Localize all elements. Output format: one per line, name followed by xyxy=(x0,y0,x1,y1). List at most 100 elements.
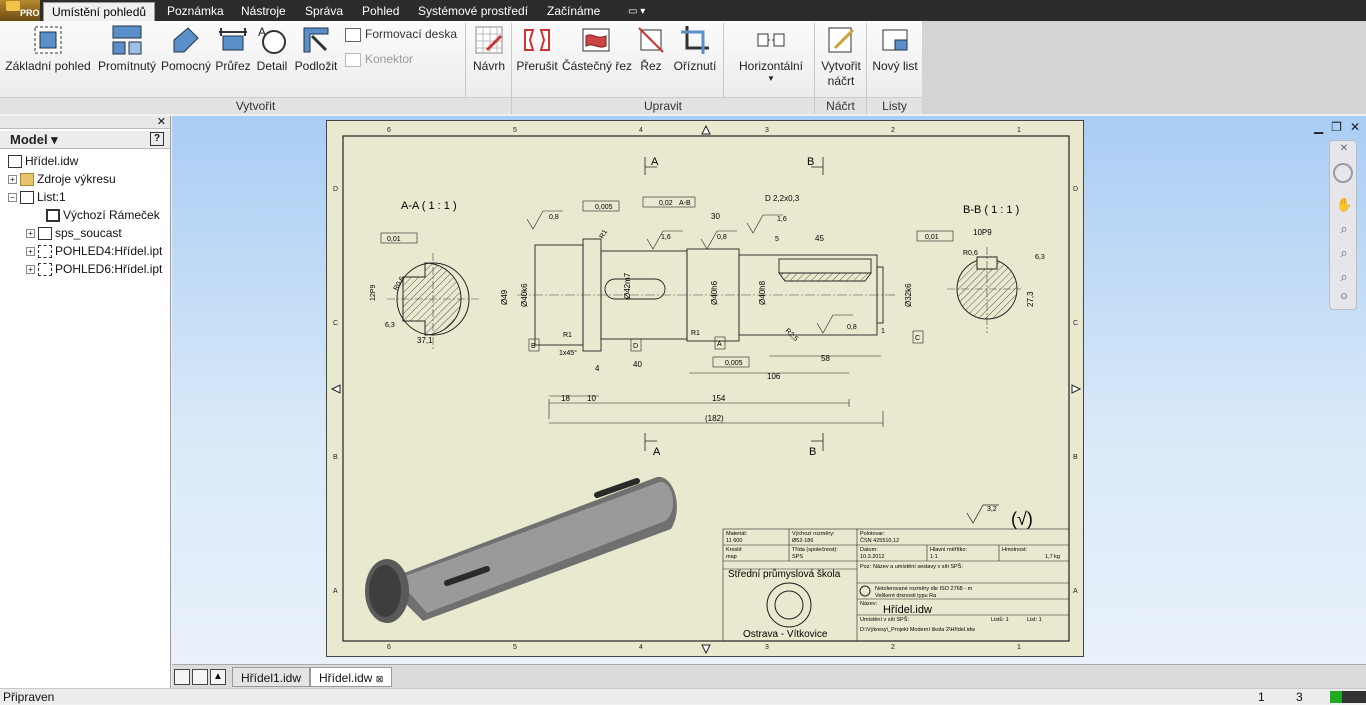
svg-text:Ø42m7: Ø42m7 xyxy=(623,272,632,299)
svg-text:0,8: 0,8 xyxy=(717,234,727,241)
tab-view[interactable]: Pohled xyxy=(354,2,407,21)
svg-text:R1: R1 xyxy=(599,229,610,240)
section-view-button[interactable]: Průřez xyxy=(214,24,252,73)
section-view-icon xyxy=(219,28,247,51)
projected-view-button[interactable]: Promítnutý xyxy=(96,24,158,73)
connector-button[interactable]: Konektor xyxy=(345,52,413,67)
pan-icon[interactable]: ✋ xyxy=(1336,197,1352,213)
title-block-icon xyxy=(38,227,52,241)
svg-text:0,8: 0,8 xyxy=(549,214,559,221)
tree-item-resources[interactable]: + Zdroje výkresu xyxy=(8,170,116,188)
svg-text:Polotovar:: Polotovar: xyxy=(860,531,885,537)
tab-view-placement[interactable]: Umístění pohledů xyxy=(43,2,156,21)
tree-item-view6[interactable]: + POHLED6:Hřídel.ipt xyxy=(26,260,162,278)
auxiliary-view-button[interactable]: Pomocný xyxy=(160,24,212,73)
collapse-icon[interactable]: − xyxy=(8,193,17,203)
tile-windows-icon[interactable] xyxy=(192,669,208,685)
detail-view-button[interactable]: A Detail xyxy=(254,24,290,73)
tab-environments[interactable]: Systémové prostředí xyxy=(410,2,536,21)
break-button[interactable]: Přerušit xyxy=(515,24,559,73)
status-bar: Připraven 1 3 xyxy=(0,688,1366,704)
svg-text:Ø52-186: Ø52-186 xyxy=(792,538,813,544)
tree-item-sheet[interactable]: − List:1 xyxy=(8,188,66,206)
new-sheet-button[interactable]: Nový list xyxy=(870,24,920,73)
svg-text:Umístění v síti SPŠ:: Umístění v síti SPŠ: xyxy=(860,616,909,623)
close-icon[interactable]: ⊠ xyxy=(376,674,384,684)
svg-text:A: A xyxy=(333,588,338,595)
horizontal-align-button[interactable]: Horizontální ▼ xyxy=(734,24,808,83)
break-out-button[interactable]: Částečný řez xyxy=(562,24,632,73)
svg-text:Kreslil:: Kreslil: xyxy=(726,547,743,553)
svg-text:D: D xyxy=(333,186,338,193)
tab-manage[interactable]: Správa xyxy=(297,2,351,21)
help-icon[interactable]: ? xyxy=(150,132,164,146)
overlay-view-button[interactable]: Podložit xyxy=(292,24,340,73)
ribbon-options-dropdown-icon[interactable]: ▭ ▾ xyxy=(620,2,653,21)
svg-text:4: 4 xyxy=(595,364,600,373)
svg-text:Ø32k6: Ø32k6 xyxy=(904,283,913,307)
svg-text:37,1: 37,1 xyxy=(417,336,433,345)
minimize-icon[interactable]: ▁ xyxy=(1314,120,1323,134)
zoom-window-icon[interactable]: ⌕ xyxy=(1336,245,1352,261)
tree-item-view4[interactable]: + POHLED4:Hřídel.ipt xyxy=(26,242,162,260)
application-menu-button[interactable]: PRO xyxy=(0,0,40,21)
steering-wheel-icon[interactable] xyxy=(1333,163,1353,183)
doc-tab-hridel1[interactable]: Hřídel1.idw xyxy=(232,667,311,687)
zoom-all-icon[interactable]: ⌕ xyxy=(1336,269,1352,285)
tab-annotate[interactable]: Poznámka xyxy=(159,2,232,21)
sheet-metal-flat-button[interactable]: Formovací deska xyxy=(345,27,457,42)
break-icon xyxy=(524,29,550,51)
expand-icon[interactable]: + xyxy=(26,247,35,257)
expand-icon[interactable]: + xyxy=(26,265,35,275)
slice-button[interactable]: Řez xyxy=(634,24,668,73)
svg-text:A: A xyxy=(653,446,661,458)
up-arrow-icon[interactable]: ▲ xyxy=(210,669,226,685)
panel-title-modify: Upravit xyxy=(512,97,814,114)
crop-button[interactable]: Oříznutí xyxy=(671,24,719,73)
drawing-sheet[interactable]: 6 5 4 3 2 1 6 5 4 3 2 1 D C B A D C B A xyxy=(326,120,1084,657)
tree-item-document[interactable]: Hřídel.idw xyxy=(8,152,78,170)
svg-text:1: 1 xyxy=(1017,644,1021,651)
tree-item-border[interactable]: Výchozí Rámeček xyxy=(46,206,160,224)
svg-text:A-A ( 1 : 1 ): A-A ( 1 : 1 ) xyxy=(401,200,457,212)
close-icon[interactable]: ✕ xyxy=(1336,143,1352,159)
create-sketch-button[interactable]: Vytvořit náčrt xyxy=(818,24,864,89)
model-browser: ✕ Model ▾ ? Hřídel.idw + Zdroje výkresu −… xyxy=(0,116,171,688)
cascade-windows-icon[interactable] xyxy=(174,669,190,685)
document-tab-bar: ▲ Hřídel1.idw Hřídel.idw ⊠ xyxy=(172,664,1366,688)
sheet-icon xyxy=(20,191,34,205)
svg-text:5: 5 xyxy=(513,644,517,651)
base-view-button[interactable]: Základní pohled xyxy=(4,24,92,73)
svg-text:6,3: 6,3 xyxy=(385,322,395,329)
tab-tools[interactable]: Nástroje xyxy=(233,2,294,21)
svg-text:A: A xyxy=(717,341,722,348)
svg-text:R1: R1 xyxy=(691,330,700,337)
svg-text:R1: R1 xyxy=(563,332,572,339)
svg-text:1:1: 1:1 xyxy=(930,554,938,560)
auxiliary-view-icon xyxy=(173,27,199,53)
svg-text:Hřídel.idw: Hřídel.idw xyxy=(883,604,932,616)
expand-icon[interactable]: + xyxy=(26,229,35,239)
browser-title-dropdown[interactable]: Model ▾ xyxy=(10,132,58,148)
tab-get-started[interactable]: Začínáme xyxy=(539,2,608,21)
draft-button[interactable]: Návrh xyxy=(470,24,508,73)
tree-item-title-block[interactable]: + sps_soucast xyxy=(26,224,122,242)
svg-text:2: 2 xyxy=(891,127,895,134)
svg-text:0,02: 0,02 xyxy=(659,200,673,207)
svg-text:D 2,2x0,3: D 2,2x0,3 xyxy=(765,194,800,203)
doc-tab-hridel[interactable]: Hřídel.idw ⊠ xyxy=(310,667,393,687)
svg-text:58: 58 xyxy=(821,354,830,363)
detail-view-icon: A xyxy=(258,25,286,54)
svg-text:0,005: 0,005 xyxy=(725,360,743,367)
close-icon[interactable]: ✕ xyxy=(157,115,166,128)
view-icon xyxy=(38,263,52,277)
restore-icon[interactable]: ❐ xyxy=(1331,120,1342,134)
svg-text:Materiál:: Materiál: xyxy=(726,531,748,537)
zoom-icon[interactable]: ⌕ xyxy=(1336,221,1352,237)
options-icon[interactable]: ⊙ xyxy=(1336,291,1352,307)
slice-icon xyxy=(638,27,664,53)
break-out-icon xyxy=(582,28,610,52)
expand-icon[interactable]: + xyxy=(8,175,17,185)
close-icon[interactable]: ✕ xyxy=(1350,120,1360,134)
graphics-window[interactable]: ▁ ❐ ✕ ✕ ✋ ⌕ ⌕ ⌕ ⊙ 6 5 4 3 2 1 6 5 4 3 2 xyxy=(172,116,1366,664)
